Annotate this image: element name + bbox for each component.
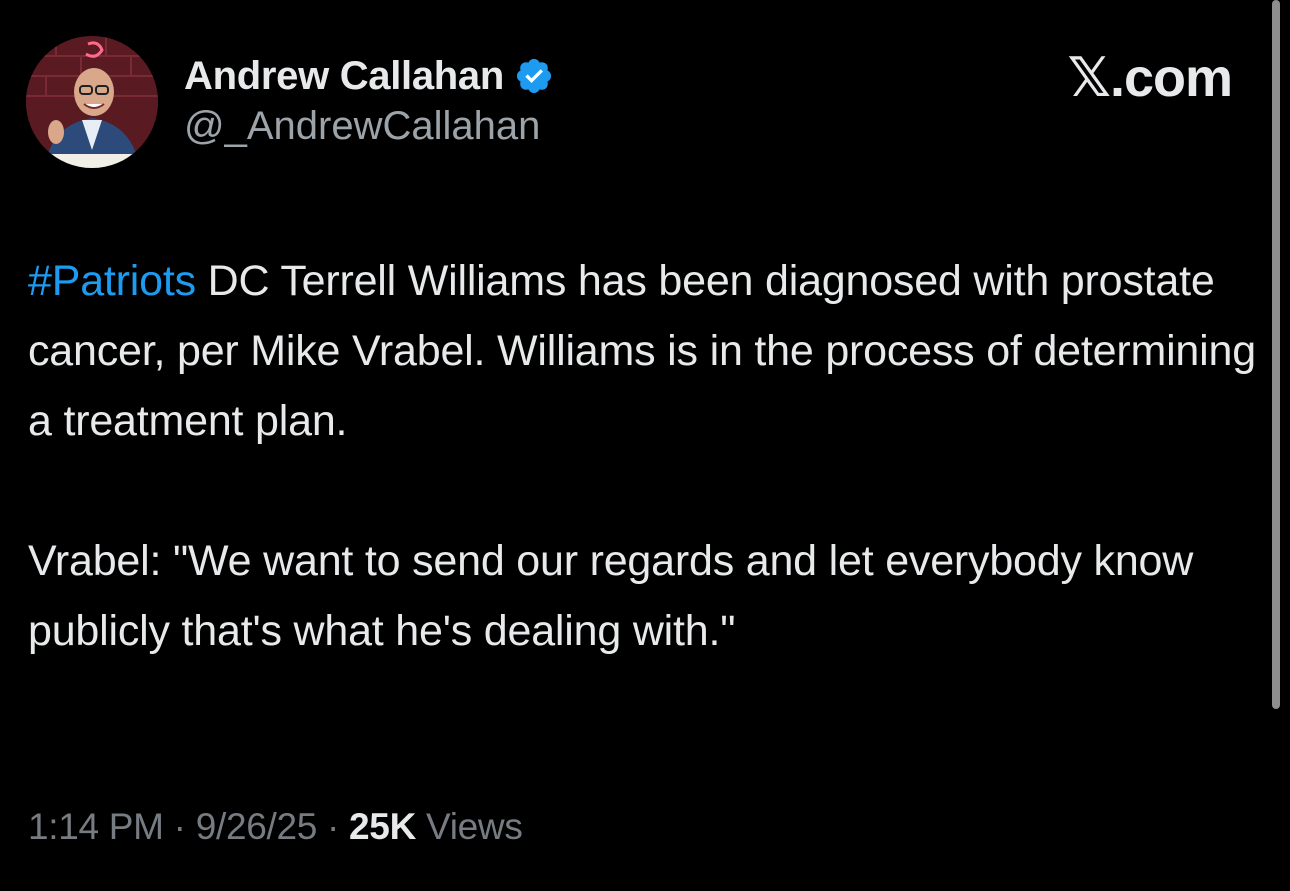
hashtag-link[interactable]: #Patriots bbox=[28, 257, 196, 305]
avatar[interactable] bbox=[26, 36, 158, 168]
tweet-paragraph-1: #Patriots DC Terrell Williams has been d… bbox=[28, 246, 1268, 456]
views-label: Views bbox=[416, 806, 523, 847]
views-count: 25K bbox=[349, 806, 417, 847]
brand-logo: 𝕏.com bbox=[1067, 48, 1233, 108]
avatar-image bbox=[26, 36, 158, 168]
tweet-date[interactable]: 9/26/25 bbox=[196, 806, 318, 847]
verified-badge-icon bbox=[514, 56, 554, 96]
tweet-paragraph-2: Vrabel: "We want to send our regards and… bbox=[28, 537, 1194, 655]
author-block: Andrew Callahan @_AndrewCallahan bbox=[184, 50, 554, 149]
tweet-time[interactable]: 1:14 PM bbox=[28, 806, 164, 847]
meta-separator: · bbox=[317, 806, 350, 847]
tweet-header: Andrew Callahan @_AndrewCallahan 𝕏.com bbox=[26, 36, 1256, 168]
author-display-name[interactable]: Andrew Callahan bbox=[184, 54, 504, 99]
author-handle[interactable]: @_AndrewCallahan bbox=[184, 104, 554, 149]
tweet-text: #Patriots DC Terrell Williams has been d… bbox=[28, 246, 1268, 666]
name-row: Andrew Callahan bbox=[184, 50, 554, 102]
scrollbar[interactable] bbox=[1272, 0, 1280, 709]
tweet-meta: 1:14 PM · 9/26/25 · 25K Views bbox=[28, 806, 523, 848]
meta-separator: · bbox=[163, 806, 196, 847]
tweet-paragraph-1-text: DC Terrell Williams has been diagnosed w… bbox=[28, 257, 1256, 445]
